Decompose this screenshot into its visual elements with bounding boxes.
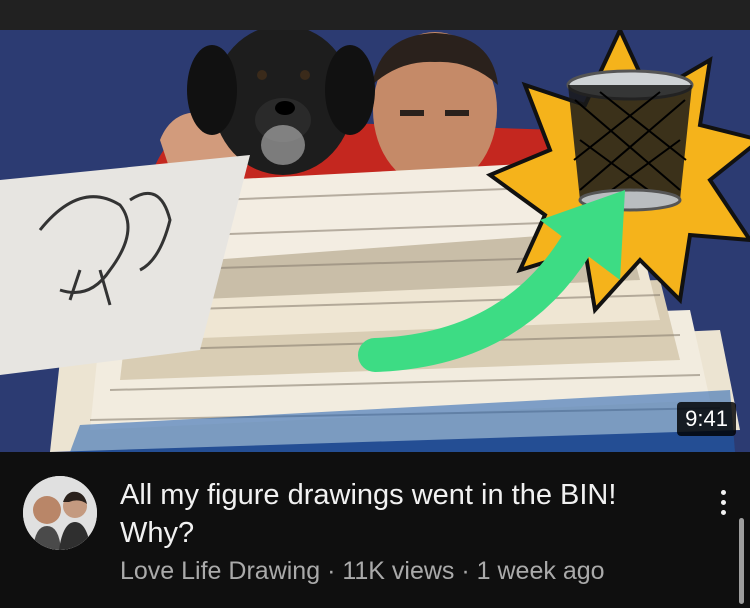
avatar-image bbox=[23, 476, 97, 550]
view-count: 11K views bbox=[342, 557, 455, 585]
channel-avatar[interactable] bbox=[23, 476, 97, 550]
video-meta: All my figure drawings went in the BIN! … bbox=[0, 452, 750, 608]
kebab-vertical-icon[interactable] bbox=[708, 482, 738, 522]
status-bar-strip bbox=[0, 0, 750, 30]
separator-dot: · bbox=[454, 557, 477, 585]
channel-name[interactable]: Love Life Drawing bbox=[120, 557, 320, 585]
video-thumbnail[interactable]: 9:41 bbox=[0, 30, 750, 452]
kebab-dot bbox=[720, 499, 726, 505]
video-title[interactable]: All my figure drawings went in the BIN! … bbox=[120, 476, 680, 552]
trash-bin-icon bbox=[566, 69, 694, 212]
separator-dot: · bbox=[320, 557, 343, 585]
scrollbar-thumb[interactable] bbox=[739, 518, 744, 604]
video-subline: Love Life Drawing · 11K views · 1 week a… bbox=[120, 555, 680, 587]
kebab-dot bbox=[720, 489, 726, 495]
upload-age: 1 week ago bbox=[476, 557, 605, 585]
duration-badge: 9:41 bbox=[677, 402, 736, 436]
thumbnail-artwork bbox=[0, 30, 750, 452]
kebab-dot bbox=[720, 509, 726, 515]
